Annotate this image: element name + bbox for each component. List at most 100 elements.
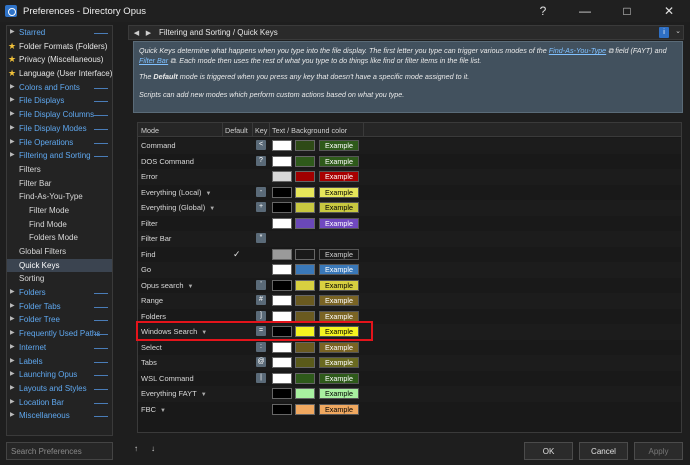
sidebar-item[interactable]: Filter Mode [7,204,112,218]
sidebar-item[interactable]: ★ Language (User Interface) [7,67,112,81]
search-input[interactable]: Search Preferences [6,442,113,460]
key-badge[interactable]: # [256,295,266,305]
expand-arrow-icon[interactable]: ▶ [10,122,15,136]
sidebar-item[interactable]: ▶ Colors and Fonts [7,81,112,95]
sidebar-item[interactable]: Sorting [7,272,112,286]
key-badge[interactable]: @ [256,357,266,367]
expand-arrow-icon[interactable]: ▶ [10,313,15,327]
sidebar-item[interactable]: ▶ Frequently Used Paths [7,327,112,341]
expand-arrow-icon[interactable]: ▶ [10,149,15,163]
chevron-down-icon[interactable]: ⌄ [675,27,681,35]
sidebar-item[interactable]: ▶ File Displays [7,94,112,108]
table-row[interactable]: Filter Bar * [138,231,681,247]
sidebar-item[interactable]: ★ Privacy (Miscellaneous) [7,53,112,67]
text-color-swatch[interactable] [272,217,292,229]
expand-arrow-icon[interactable]: ▶ [10,81,15,95]
text-color-swatch[interactable] [272,295,292,306]
sidebar-item[interactable]: ▶ Miscellaneous [7,409,112,423]
dropdown-caret-icon[interactable]: ▼ [188,284,194,290]
expand-arrow-icon[interactable]: ▶ [10,136,15,150]
text-color-swatch[interactable] [272,279,292,291]
background-color-swatch[interactable] [295,186,315,198]
table-row[interactable]: FBC ▼ Example [138,402,681,418]
sidebar-item[interactable]: Quick Keys [7,258,112,273]
sidebar-item[interactable]: Global Filters [7,245,112,259]
column-header-default[interactable]: Default [225,126,248,135]
cancel-button[interactable]: Cancel [579,442,628,460]
column-divider[interactable] [269,123,270,137]
background-color-swatch[interactable] [295,388,315,399]
text-color-swatch[interactable] [272,248,292,260]
text-color-swatch[interactable] [272,341,292,353]
arrow-down-icon[interactable]: ↓ [151,444,155,453]
column-divider[interactable] [363,123,364,137]
dropdown-caret-icon[interactable]: ▼ [201,392,207,398]
sidebar-item[interactable]: ▶ File Display Columns [7,108,112,122]
expand-arrow-icon[interactable]: ▶ [10,382,15,396]
text-color-swatch[interactable] [272,140,292,151]
expand-arrow-icon[interactable]: ▶ [10,108,15,122]
expand-arrow-icon[interactable]: ▶ [10,26,15,40]
table-row[interactable]: Everything (Global) ▼ + Example [138,200,681,216]
key-badge[interactable]: + [256,202,266,212]
table-row[interactable]: Filter Example [138,216,681,232]
ok-button[interactable]: OK [524,442,573,460]
table-row[interactable]: Tabs @ Example [138,355,681,371]
background-color-swatch[interactable] [295,202,315,213]
text-color-swatch[interactable] [272,310,292,322]
default-checkmark-icon[interactable]: ✓ [233,249,241,260]
table-row[interactable]: WSL Command | Example [138,371,681,387]
sidebar-item[interactable]: ▶ Folders [7,286,112,300]
sidebar-item[interactable]: ▶ File Operations [7,136,112,150]
background-color-swatch[interactable] [295,295,315,306]
sidebar-item[interactable]: ★ Folder Formats (Folders) [7,40,112,54]
sidebar-item[interactable]: ▶ Location Bar [7,396,112,410]
sidebar-item[interactable]: ▶ Layouts and Styles [7,382,112,396]
text-color-swatch[interactable] [272,326,292,337]
expand-arrow-icon[interactable]: ▶ [10,396,15,410]
background-color-swatch[interactable] [295,341,315,353]
background-color-swatch[interactable] [295,155,315,167]
text-color-swatch[interactable] [272,202,292,213]
column-header-mode[interactable]: Mode [141,126,159,135]
sidebar-item[interactable]: Filters [7,163,112,177]
text-color-swatch[interactable] [272,388,292,399]
expand-arrow-icon[interactable]: ▶ [10,368,15,382]
table-row[interactable]: Error Example [138,169,681,185]
minimize-button[interactable]: — [564,0,606,22]
text-color-swatch[interactable] [272,264,292,275]
background-color-swatch[interactable] [295,357,315,368]
sidebar-item[interactable]: Find-As-You-Type [7,190,112,204]
table-row[interactable]: Windows Search ▼ = Example [138,324,681,340]
arrow-up-icon[interactable]: ↑ [134,444,138,453]
table-row[interactable]: Everything (Local) ▼ - Example [138,185,681,201]
expand-arrow-icon[interactable]: ▶ [10,94,15,108]
preferences-tree[interactable]: ▶ Starred ★ Folder Formats (Folders) ★ Privac… [6,25,113,436]
table-row[interactable]: Opus search ▼ ' Example [138,278,681,294]
dropdown-caret-icon[interactable]: ▼ [209,206,215,212]
key-badge[interactable]: : [256,341,266,352]
key-badge[interactable]: * [256,233,266,243]
table-row[interactable]: Find ✓ Example [138,247,681,263]
text-color-swatch[interactable] [272,372,292,384]
text-color-swatch[interactable] [272,155,292,167]
sidebar-item[interactable]: ▶ Launching Opus [7,368,112,382]
background-color-swatch[interactable] [295,326,315,337]
sidebar-item[interactable]: ▶ Filtering and Sorting [7,149,112,163]
column-divider[interactable] [252,123,253,137]
info-icon[interactable]: i [659,27,669,38]
column-header-key[interactable]: Key [255,126,267,135]
sidebar-item[interactable]: ▶ Starred [7,26,112,40]
maximize-button[interactable]: □ [606,0,648,22]
key-badge[interactable]: ? [256,155,266,166]
background-color-swatch[interactable] [295,403,315,415]
key-badge[interactable]: - [256,186,266,197]
text-color-swatch[interactable] [272,186,292,198]
text-color-swatch[interactable] [272,357,292,368]
expand-arrow-icon[interactable]: ▶ [10,355,15,369]
background-color-swatch[interactable] [295,248,315,260]
key-badge[interactable]: = [256,326,266,336]
table-row[interactable]: Go Example [138,262,681,278]
filter-bar-link[interactable]: Filter Bar [139,56,168,65]
table-row[interactable]: Everything FAYT ▼ Example [138,386,681,402]
